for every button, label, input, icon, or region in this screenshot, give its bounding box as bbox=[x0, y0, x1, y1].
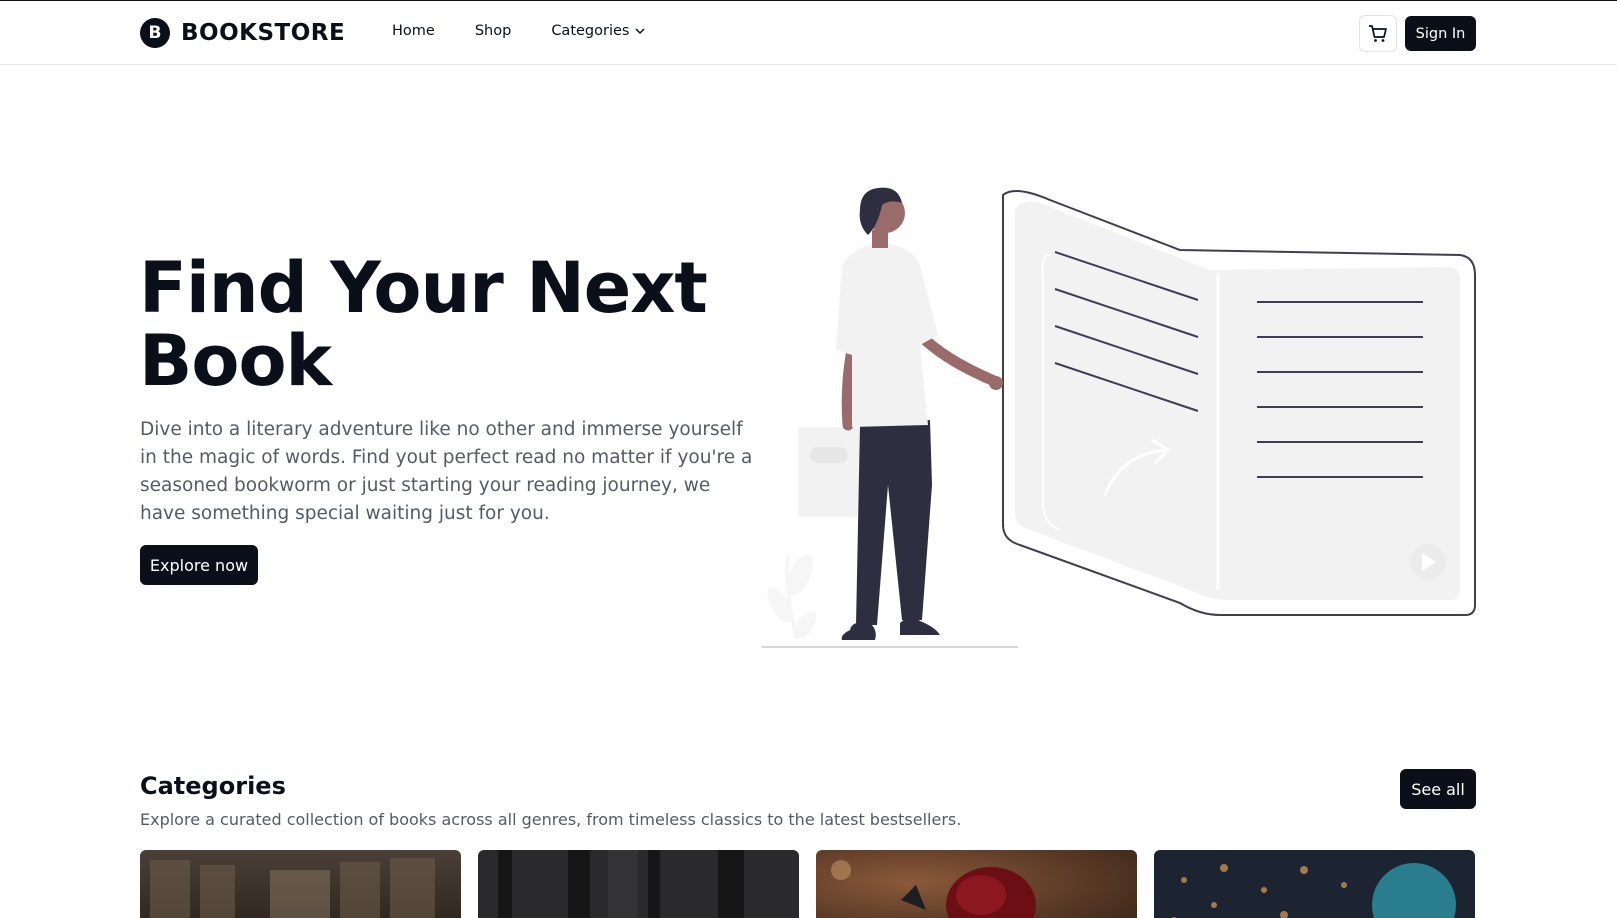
nav-home-label: Home bbox=[392, 23, 435, 39]
chevron-down-icon bbox=[635, 27, 646, 34]
cart-button[interactable] bbox=[1359, 15, 1397, 52]
site-header: B BOOKSTORE Home Shop Categories Sign In bbox=[0, 1, 1617, 65]
category-card-forest[interactable] bbox=[478, 850, 799, 918]
red-rose-image bbox=[816, 850, 1137, 918]
hero-description: Dive into a literary adventure like no o… bbox=[140, 419, 753, 524]
category-cards bbox=[140, 850, 1476, 918]
main-nav: Home Shop Categories bbox=[392, 23, 646, 39]
nav-shop[interactable]: Shop bbox=[475, 23, 511, 39]
library-shelves-image bbox=[140, 850, 461, 918]
night-bokeh-image bbox=[1154, 850, 1475, 918]
categories-title: Categories bbox=[140, 772, 286, 800]
see-all-button[interactable]: See all bbox=[1400, 769, 1476, 809]
logo-text: BOOKSTORE bbox=[181, 20, 346, 46]
person-figure bbox=[798, 187, 1003, 640]
explore-now-button[interactable]: Explore now bbox=[140, 545, 258, 585]
logo[interactable]: B BOOKSTORE bbox=[140, 18, 345, 48]
category-card-library[interactable] bbox=[140, 850, 461, 918]
nav-shop-label: Shop bbox=[474, 23, 512, 39]
nav-categories-label: Categories bbox=[551, 23, 630, 39]
plant-icon bbox=[767, 554, 817, 639]
dark-forest-image bbox=[478, 850, 799, 918]
categories-subtitle: Explore a curated collection of books ac… bbox=[140, 810, 962, 829]
nav-home[interactable]: Home bbox=[392, 23, 435, 39]
sign-in-button[interactable]: Sign In bbox=[1405, 16, 1476, 51]
category-card-rose[interactable] bbox=[816, 850, 1137, 918]
person-with-book-illustration bbox=[762, 187, 1476, 648]
logo-mark: B bbox=[140, 18, 170, 48]
cart-icon bbox=[1369, 24, 1387, 42]
category-card-bokeh[interactable] bbox=[1154, 850, 1475, 918]
hero-illustration bbox=[760, 185, 1480, 655]
nav-categories[interactable]: Categories bbox=[551, 23, 646, 39]
open-book-icon bbox=[1002, 190, 1476, 616]
hero-title: Find Your Next Book bbox=[139, 247, 708, 402]
